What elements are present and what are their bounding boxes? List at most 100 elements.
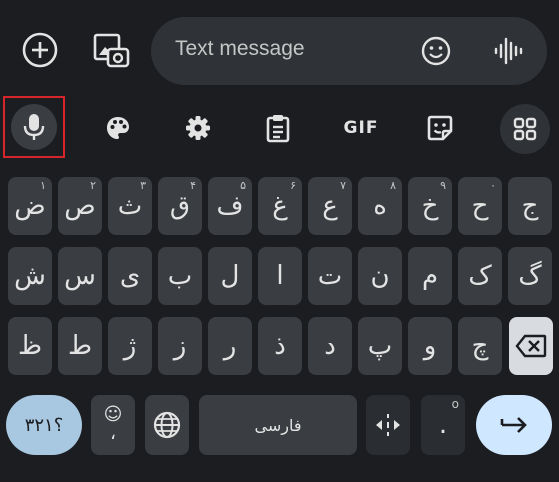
key-label: ا — [276, 261, 284, 291]
voice-button[interactable] — [491, 34, 525, 68]
key[interactable]: و — [408, 317, 452, 375]
key[interactable]: ق۴ — [158, 177, 202, 235]
keyboard: GIF ض۱ ص۲ ث۳ ق۴ ف۵ غ۶ ع۷ ه۸ خ۹ ح۰ ج ش س … — [0, 95, 559, 482]
gallery-button[interactable] — [90, 30, 132, 72]
key-hint: ۶ — [290, 179, 296, 192]
sticker-button[interactable] — [420, 95, 460, 161]
add-button[interactable] — [20, 30, 60, 70]
key-label: ر — [223, 331, 237, 361]
key[interactable]: غ۶ — [258, 177, 302, 235]
space-label: فارسی — [254, 415, 302, 435]
key-label: ه — [373, 191, 387, 221]
clipboard-icon — [266, 115, 290, 143]
key-label: ص — [64, 191, 96, 221]
cursor-key[interactable] — [366, 395, 410, 455]
key[interactable]: د — [308, 317, 352, 375]
key-label: ی — [119, 261, 141, 291]
key-label: ث — [117, 191, 143, 221]
key[interactable]: ص۲ — [58, 177, 102, 235]
key[interactable]: چ — [458, 317, 502, 375]
key-label: م — [421, 261, 439, 291]
key-label: ع — [322, 191, 338, 221]
key[interactable]: ت — [308, 247, 352, 305]
key-label: ج — [521, 191, 539, 221]
mic-icon — [23, 114, 45, 140]
key-label: و — [423, 331, 437, 361]
key[interactable]: ب — [158, 247, 202, 305]
symbols-key[interactable]: ؟۳۲۱ — [6, 395, 82, 455]
key-label: ط — [67, 331, 93, 361]
key-label: ژ — [123, 331, 137, 361]
key-hint: ۹ — [440, 179, 446, 192]
key-label: پ — [367, 331, 393, 361]
backspace-key[interactable] — [509, 317, 553, 375]
key[interactable]: ح۰ — [458, 177, 502, 235]
key[interactable]: م — [408, 247, 452, 305]
key[interactable]: ذ — [258, 317, 302, 375]
more-features-button[interactable] — [500, 104, 550, 154]
key[interactable]: ن — [358, 247, 402, 305]
gif-icon: GIF — [343, 118, 379, 138]
key[interactable]: ض۱ — [8, 177, 52, 235]
theme-button[interactable] — [98, 95, 138, 161]
key-label: ب — [167, 261, 193, 291]
key[interactable]: ژ — [108, 317, 152, 375]
key-hint: ۸ — [390, 179, 396, 192]
key[interactable]: ظ — [8, 317, 52, 375]
voice-wave-icon — [494, 37, 523, 65]
key[interactable]: ه۸ — [358, 177, 402, 235]
key-label: ف — [216, 191, 244, 221]
enter-key[interactable] — [476, 395, 552, 455]
settings-button[interactable] — [178, 95, 218, 161]
sticker-icon — [427, 115, 453, 141]
period-hint: o — [451, 397, 459, 411]
key[interactable]: ج — [508, 177, 552, 235]
key-label: ذ — [274, 331, 286, 361]
key[interactable]: ع۷ — [308, 177, 352, 235]
language-key[interactable] — [145, 395, 189, 455]
key[interactable]: ا — [258, 247, 302, 305]
key[interactable]: گ — [508, 247, 552, 305]
key-hint: ۲ — [90, 179, 96, 192]
message-placeholder: Text message — [175, 37, 305, 60]
key-hint: ۷ — [340, 179, 346, 192]
key-label: گ — [518, 261, 542, 291]
key-label: ظ — [17, 331, 43, 361]
key-hint: ۵ — [240, 179, 246, 192]
key[interactable]: ف۵ — [208, 177, 252, 235]
key-label: خ — [421, 191, 439, 221]
key[interactable]: ش — [8, 247, 52, 305]
clipboard-button[interactable] — [258, 95, 298, 161]
key-hint: ۴ — [190, 179, 196, 192]
key[interactable]: ر — [208, 317, 252, 375]
key[interactable]: ی — [108, 247, 152, 305]
key[interactable]: ک — [458, 247, 502, 305]
key[interactable]: ز — [158, 317, 202, 375]
palette-icon — [107, 117, 129, 139]
key[interactable]: ل — [208, 247, 252, 305]
key[interactable]: ط — [58, 317, 102, 375]
key-label: د — [324, 331, 336, 361]
key-label: ش — [14, 261, 46, 291]
emoji-comma-key[interactable]: ☺ ، — [91, 395, 135, 455]
backspace-icon — [515, 334, 547, 358]
period-key[interactable]: . o — [421, 395, 465, 455]
plus-circle-icon — [22, 32, 58, 68]
key[interactable]: پ — [358, 317, 402, 375]
gif-button[interactable]: GIF — [337, 95, 385, 161]
key[interactable]: خ۹ — [408, 177, 452, 235]
key-label: ن — [370, 261, 390, 291]
compose-bar: Text message — [0, 0, 559, 95]
key-label: ک — [468, 261, 492, 291]
key[interactable]: س — [58, 247, 102, 305]
key-label: ت — [317, 261, 343, 291]
message-input[interactable]: Text message — [151, 17, 547, 85]
key[interactable]: ث۳ — [108, 177, 152, 235]
key-hint: ۱ — [40, 179, 46, 192]
key-label: غ — [272, 191, 288, 221]
period-label: . — [438, 410, 448, 440]
gallery-icon — [93, 33, 130, 68]
voice-input-button[interactable] — [11, 104, 57, 150]
emoji-button[interactable] — [419, 34, 453, 68]
space-key[interactable]: فارسی — [199, 395, 357, 455]
